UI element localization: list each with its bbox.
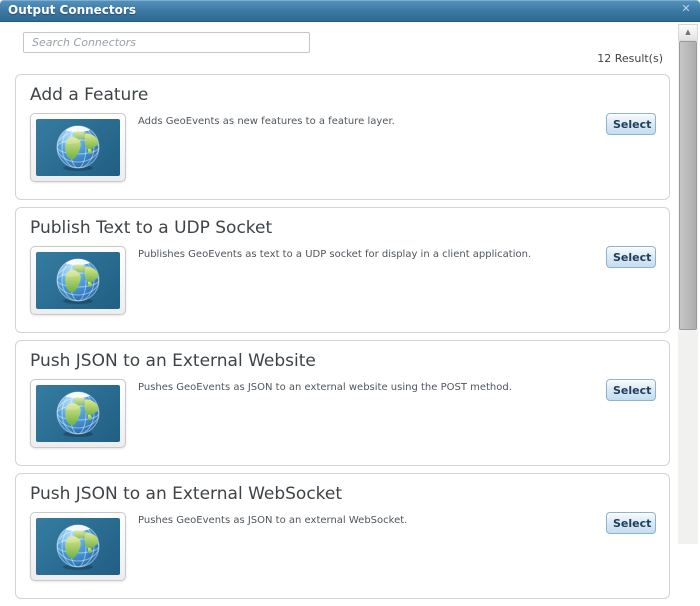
connector-row: Adds GeoEvents as new features to a feat… bbox=[30, 113, 656, 182]
close-icon[interactable]: ✕ bbox=[679, 2, 693, 16]
connector-description: Pushes GeoEvents as JSON to an external … bbox=[138, 382, 512, 393]
select-button[interactable]: Select bbox=[606, 113, 656, 135]
select-button[interactable]: Select bbox=[606, 246, 656, 268]
connector-thumbnail bbox=[30, 113, 126, 182]
connector-card: Add a Feature Adds GeoEvents as new feat… bbox=[15, 74, 670, 200]
connector-title: Push JSON to an External WebSocket bbox=[30, 484, 343, 504]
scroll-up-button[interactable]: ▲ bbox=[678, 24, 698, 41]
select-button[interactable]: Select bbox=[606, 512, 656, 534]
connector-title: Push JSON to an External Website bbox=[30, 351, 316, 371]
output-connectors-dialog: { "dialog": { "title": "Output Connector… bbox=[0, 0, 700, 599]
connector-card: Publish Text to a UDP Socket Publishes G… bbox=[15, 207, 670, 333]
connector-description: Pushes GeoEvents as JSON to an external … bbox=[138, 515, 408, 526]
connector-thumbnail bbox=[30, 246, 126, 315]
search-input[interactable] bbox=[23, 32, 310, 53]
globe-icon bbox=[36, 518, 120, 575]
select-button[interactable]: Select bbox=[606, 379, 656, 401]
connector-description: Publishes GeoEvents as text to a UDP soc… bbox=[138, 249, 532, 260]
globe-icon bbox=[36, 119, 120, 176]
connector-card: Push JSON to an External Website Pushes … bbox=[15, 340, 670, 466]
connector-description: Adds GeoEvents as new features to a feat… bbox=[138, 116, 395, 127]
connector-title: Publish Text to a UDP Socket bbox=[30, 218, 273, 238]
connector-card: Push JSON to an External WebSocket Pushe… bbox=[15, 473, 670, 599]
connector-thumbnail bbox=[30, 512, 126, 581]
dialog-title: Output Connectors bbox=[8, 3, 136, 17]
connector-row: Pushes GeoEvents as JSON to an external … bbox=[30, 379, 656, 448]
connector-list: Add a Feature Adds GeoEvents as new feat… bbox=[15, 74, 670, 606]
globe-icon bbox=[36, 252, 120, 309]
connector-title: Add a Feature bbox=[30, 85, 149, 105]
scrollbar-thumb[interactable] bbox=[679, 41, 697, 330]
up-arrow-icon: ▲ bbox=[685, 28, 691, 36]
globe-icon bbox=[36, 385, 120, 442]
connector-row: Pushes GeoEvents as JSON to an external … bbox=[30, 512, 656, 581]
scrollbar[interactable]: ▲ bbox=[678, 24, 698, 544]
results-count: 12 Result(s) bbox=[597, 52, 663, 65]
connector-thumbnail bbox=[30, 379, 126, 448]
dialog-titlebar[interactable]: Output Connectors ✕ bbox=[0, 0, 700, 22]
connector-row: Publishes GeoEvents as text to a UDP soc… bbox=[30, 246, 656, 315]
